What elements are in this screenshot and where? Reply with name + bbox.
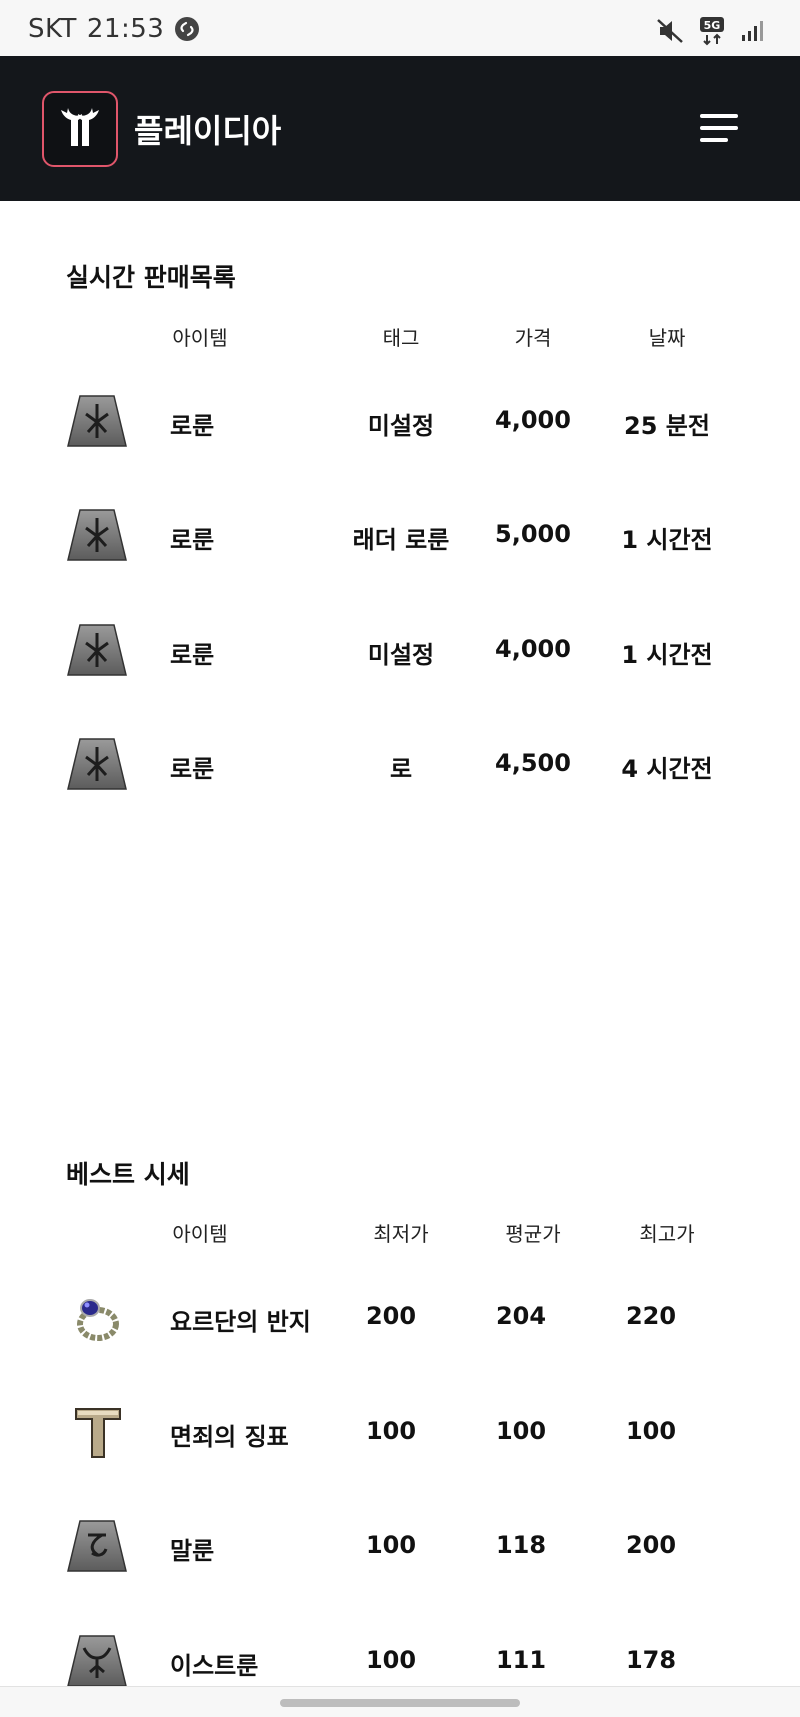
ist-rune-icon [67,1635,127,1687]
live-col-date: 날짜 [648,326,686,350]
item-name: 요르단의 반지 [170,1308,311,1336]
item-price: 4,000 [495,635,571,663]
item-date: 4 시간전 [621,755,713,783]
item-name: 면죄의 징표 [170,1423,289,1451]
app-header: 플레이디아 [0,56,800,201]
item-tag: 래더 로룬 [352,526,450,554]
logo-mark-icon [61,108,99,146]
home-gesture-handle[interactable] [280,1699,520,1707]
item-tag: 미설정 [367,412,435,440]
item-price: 4,500 [495,749,571,777]
item-avg-price: 111 [495,1646,547,1674]
best-col-min: 최저가 [373,1222,429,1246]
best-col-avg: 평균가 [505,1222,561,1246]
item-name: 로룬 [170,412,215,440]
best-price-row[interactable]: 면죄의 징표 100 100 100 [0,1393,800,1473]
best-col-item: 아이템 [172,1222,228,1246]
item-price: 4,000 [495,406,571,434]
network-5g-icon: 5G [700,17,724,46]
lo-rune-icon [66,506,128,566]
item-date: 1 시간전 [621,526,713,554]
lo-rune-icon [66,735,128,795]
item-max-price: 178 [625,1646,677,1674]
status-bar: SKT 21:53 5G [0,0,800,56]
mal-rune-icon [67,1520,127,1572]
best-col-max: 최고가 [639,1222,695,1246]
brand-title[interactable]: 플레이디아 [134,106,281,152]
lo-rune-icon [66,392,128,452]
live-col-price: 가격 [514,326,552,350]
status-icons: 5G [656,16,764,46]
live-sale-row[interactable]: 로룬 래더 로룬 5,000 1 시간전 [0,496,800,576]
item-avg-price: 204 [495,1302,547,1330]
menu-line [700,138,728,142]
best-prices-title: 베스트 시세 [66,1160,190,1189]
item-price: 5,000 [495,520,571,548]
item-name: 로룬 [170,755,215,783]
live-sale-row[interactable]: 로룬 미설정 4,000 1 시간전 [0,611,800,691]
item-max-price: 220 [625,1302,677,1330]
item-name: 로룬 [170,641,215,669]
signal-icon [742,21,763,41]
mute-icon [657,19,683,43]
item-min-price: 100 [365,1646,417,1674]
live-col-item: 아이템 [172,326,228,350]
token-icon [75,1408,121,1458]
item-avg-price: 100 [495,1417,547,1445]
menu-line [700,114,738,118]
lo-rune-icon [66,621,128,681]
menu-line [700,126,738,130]
live-sales-title: 실시간 판매목록 [66,263,236,292]
best-price-row[interactable]: 요르단의 반지 200 204 220 [0,1278,800,1358]
item-min-price: 200 [365,1302,417,1330]
item-max-price: 100 [625,1417,677,1445]
status-left: SKT 21:53 [28,14,200,44]
item-date: 1 시간전 [621,641,713,669]
carrier-label: SKT [28,14,77,44]
item-avg-price: 118 [495,1531,547,1559]
item-min-price: 100 [365,1531,417,1559]
item-max-price: 200 [625,1531,677,1559]
item-tag: 미설정 [367,641,435,669]
network-label: 5G [704,19,721,32]
live-sale-row[interactable]: 로룬 로 4,500 4 시간전 [0,725,800,805]
item-tag: 로 [389,755,413,783]
item-date: 25 분전 [624,412,710,440]
system-nav-bar [0,1686,800,1717]
live-col-tag: 태그 [382,326,420,350]
ring-icon [77,1299,119,1341]
menu-button[interactable] [700,114,742,144]
logo[interactable] [42,91,118,167]
item-min-price: 100 [365,1417,417,1445]
item-name: 이스트룬 [170,1652,259,1680]
shazam-icon [175,17,200,41]
clock: 21:53 [86,14,165,44]
best-price-row[interactable]: 말룬 100 118 200 [0,1507,800,1587]
live-sale-row[interactable]: 로룬 미설정 4,000 25 분전 [0,382,800,462]
item-name: 말룬 [170,1537,215,1565]
item-name: 로룬 [170,526,215,554]
